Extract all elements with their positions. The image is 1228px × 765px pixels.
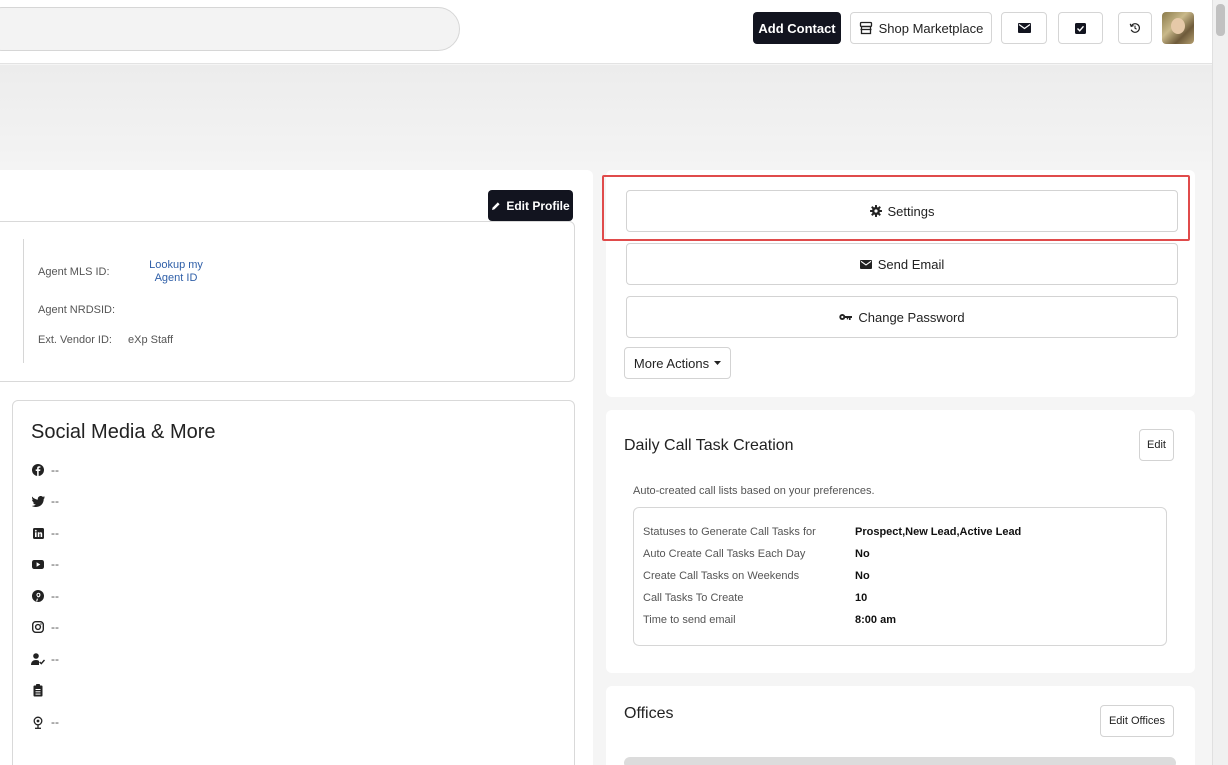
change-password-button[interactable]: Change Password <box>626 296 1178 338</box>
edit-call-tasks-button[interactable]: Edit <box>1139 429 1174 461</box>
edit-offices-button[interactable]: Edit Offices <box>1100 705 1174 737</box>
pref-label: Call Tasks To Create <box>643 592 744 604</box>
pinterest-icon <box>31 590 45 602</box>
divider <box>23 239 24 363</box>
social-row-youtube: -- <box>31 557 59 571</box>
social-row-facebook: -- <box>31 463 59 477</box>
instagram-icon <box>31 621 45 633</box>
social-row-badge <box>31 684 51 697</box>
agent-mls-label: Agent MLS ID: <box>38 266 110 278</box>
history-button[interactable] <box>1118 12 1152 44</box>
agent-info-box <box>0 221 575 382</box>
more-actions-dropdown[interactable]: More Actions <box>624 347 731 379</box>
daily-call-task-title: Daily Call Task Creation <box>624 437 794 454</box>
vendor-id-label: Ext. Vendor ID: <box>38 334 112 346</box>
youtube-icon <box>31 559 45 569</box>
social-media-title: Social Media & More <box>31 421 216 443</box>
vendor-id-value: eXp Staff <box>128 334 174 346</box>
globe-icon <box>31 716 45 729</box>
store-icon <box>859 21 873 35</box>
mail-icon <box>1017 23 1031 33</box>
pref-value: Prospect,New Lead,Active Lead <box>855 526 1022 538</box>
pref-value: 10 <box>855 592 868 604</box>
settings-label: Settings <box>887 203 935 219</box>
offices-title: Offices <box>624 705 674 722</box>
page-scrollbar[interactable] <box>1212 0 1228 765</box>
pref-label: Create Call Tasks on Weekends <box>643 570 800 582</box>
social-row-linkedin: -- <box>31 526 59 540</box>
agent-nrdsid-label: Agent NRDSID: <box>38 304 116 316</box>
pref-label: Statuses to Generate Call Tasks for <box>643 526 816 538</box>
key-icon <box>839 313 853 321</box>
more-actions-label: More Actions <box>633 355 710 371</box>
change-password-label: Change Password <box>858 309 965 325</box>
mail-icon <box>859 259 872 269</box>
offices-list-header <box>624 757 1176 765</box>
tasks-button[interactable] <box>1058 12 1103 44</box>
social-value: -- <box>51 557 59 571</box>
pref-label: Auto Create Call Tasks Each Day <box>643 548 806 560</box>
messages-button[interactable] <box>1001 12 1047 44</box>
social-row-pinterest: -- <box>31 589 59 603</box>
pref-value: No <box>855 548 870 560</box>
gear-icon <box>869 205 882 217</box>
social-value: -- <box>51 463 59 477</box>
social-value: -- <box>51 526 59 540</box>
pencil-icon <box>491 201 501 211</box>
send-email-button[interactable]: Send Email <box>626 243 1178 285</box>
user-avatar[interactable] <box>1162 12 1194 44</box>
social-row-globe: -- <box>31 715 59 729</box>
social-row-instagram: -- <box>31 620 59 634</box>
social-value: -- <box>51 652 59 666</box>
scrollbar-thumb[interactable] <box>1216 4 1225 36</box>
social-media-card <box>12 400 575 765</box>
lookup-agent-id-link[interactable]: Lookup my Agent ID <box>140 259 212 285</box>
caret-down-icon <box>714 361 722 365</box>
search-input[interactable] <box>0 7 460 51</box>
badge-icon <box>31 684 45 697</box>
social-value: -- <box>51 620 59 634</box>
settings-button[interactable]: Settings <box>626 190 1178 232</box>
edit-profile-label: Edit Profile <box>506 198 570 213</box>
social-value: -- <box>51 589 59 603</box>
social-row-twitter: -- <box>31 494 59 508</box>
top-bar: Add Contact Shop Marketplace <box>0 0 1212 64</box>
facebook-icon <box>31 464 45 476</box>
pref-value: No <box>855 570 870 582</box>
social-value: -- <box>51 494 59 508</box>
send-email-label: Send Email <box>877 256 945 272</box>
history-icon <box>1129 22 1141 34</box>
social-row-user: -- <box>31 652 59 666</box>
checkbox-icon <box>1075 22 1086 34</box>
twitter-icon <box>31 495 45 507</box>
user-check-icon <box>31 653 45 665</box>
add-contact-button[interactable]: Add Contact <box>753 12 841 44</box>
shop-marketplace-label: Shop Marketplace <box>878 20 984 36</box>
profile-banner <box>0 65 1212 170</box>
pref-label: Time to send email <box>643 614 736 626</box>
pref-value: 8:00 am <box>855 614 896 626</box>
social-value: -- <box>51 715 59 729</box>
linkedin-icon <box>31 527 45 539</box>
call-task-description: Auto-created call lists based on your pr… <box>633 485 875 497</box>
shop-marketplace-button[interactable]: Shop Marketplace <box>850 12 992 44</box>
edit-profile-button[interactable]: Edit Profile <box>488 190 573 221</box>
